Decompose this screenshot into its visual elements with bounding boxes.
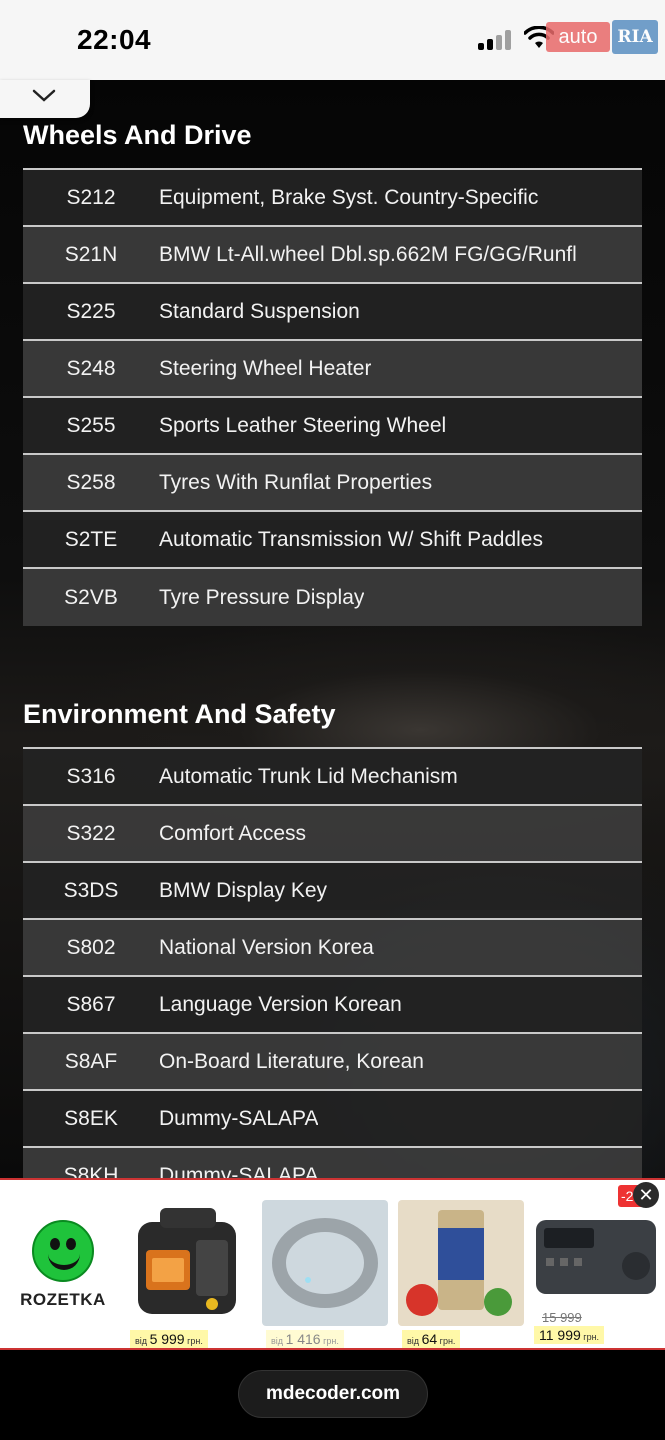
collapse-toolbar-button[interactable] (0, 80, 90, 118)
option-code: S212 (66, 185, 116, 209)
option-description: Automatic Transmission W/ Shift Paddles (159, 527, 543, 551)
option-description: Comfort Access (159, 821, 307, 845)
table-row: S322 Comfort Access (23, 806, 642, 863)
option-code: S225 (66, 299, 116, 323)
section-title-environment: Environment And Safety (23, 699, 336, 729)
ad-price: 11 999 грн. (534, 1326, 605, 1344)
auto-ria-badge-auto: auto (546, 22, 610, 52)
option-code: S867 (66, 992, 116, 1016)
table-row: S21N BMW Lt-All.wheel Dbl.sp.662M FG/GG/R… (23, 227, 642, 284)
table-row: S8KH Dummy-SALAPA (23, 1148, 642, 1180)
option-description: BMW Display Key (159, 878, 328, 902)
option-code: S255 (66, 413, 116, 437)
option-code: S248 (66, 356, 116, 380)
ad-old-price: 15 999 (542, 1310, 582, 1325)
smiley-icon (32, 1220, 94, 1282)
ad-product-powerstation[interactable]: 15 999 11 999 грн. (532, 1196, 662, 1344)
option-description: Steering Wheel Heater (159, 356, 372, 380)
options-table-environment: S316 Automatic Trunk Lid Mechanism S322 Co… (23, 747, 642, 1180)
option-description: Sports Leather Steering Wheel (159, 413, 447, 437)
option-code: S2VB (64, 585, 118, 609)
option-description: Equipment, Brake Syst. Country-Specific (159, 185, 539, 209)
ring-image (262, 1200, 388, 1326)
status-bar: 22:04 auto RIA (0, 0, 665, 80)
option-description: Automatic Trunk Lid Mechanism (159, 764, 458, 788)
table-row: S225 Standard Suspension (23, 284, 642, 341)
ad-product-jar[interactable]: від 64 грн. (398, 1196, 526, 1348)
option-description: BMW Lt-All.wheel Dbl.sp.662M FG/GG/Runfl (159, 242, 577, 266)
browser-bottom-bar: mdecoder.com (0, 1350, 665, 1440)
table-row: S316 Automatic Trunk Lid Mechanism (23, 749, 642, 806)
option-code: S21N (64, 242, 118, 266)
table-row: S8AF On-Board Literature, Korean (23, 1034, 642, 1091)
table-row: S2VB Tyre Pressure Display (23, 569, 642, 626)
auto-ria-badge-ria: RIA (612, 20, 658, 54)
decoder-content: Wheels And Drive S212 Equipment, Brake Sy… (0, 80, 665, 1180)
option-code: S8EK (64, 1106, 118, 1130)
option-code: S258 (66, 470, 116, 494)
power-station-image (536, 1220, 656, 1294)
url-bar[interactable]: mdecoder.com (238, 1370, 428, 1418)
option-code: S316 (66, 764, 116, 788)
ad-product-generator[interactable]: від 5 999 грн. (126, 1196, 254, 1348)
ad-banner[interactable]: ROZETKA від 5 999 грн. від 1 416 грн. ві… (0, 1178, 665, 1350)
option-code: S802 (66, 935, 116, 959)
generator-image (138, 1208, 236, 1314)
option-description: Language Version Korean (159, 992, 402, 1016)
jar-image (398, 1200, 524, 1326)
option-code: S322 (66, 821, 116, 845)
chevron-down-icon (32, 89, 56, 102)
table-row: S212 Equipment, Brake Syst. Country-Speci… (23, 170, 642, 227)
ad-price: від 64 грн. (402, 1330, 461, 1348)
section-title-wheels: Wheels And Drive (23, 120, 252, 150)
table-row: S8EK Dummy-SALAPA (23, 1091, 642, 1148)
signal-icon (478, 30, 514, 50)
ad-brand: ROZETKA (20, 1290, 106, 1309)
option-code: S2TE (64, 527, 118, 551)
option-code: S8AF (64, 1049, 118, 1073)
option-description: Tyres With Runflat Properties (159, 470, 433, 494)
table-row: S3DS BMW Display Key (23, 863, 642, 920)
table-row: S255 Sports Leather Steering Wheel (23, 398, 642, 455)
status-time: 22:04 (77, 24, 152, 55)
option-description: National Version Korea (159, 935, 374, 959)
option-description: Standard Suspension (159, 299, 360, 323)
close-icon[interactable]: ✕ (633, 1182, 659, 1208)
ad-price: від 5 999 грн. (130, 1330, 208, 1348)
option-description: Dummy-SALAPA (159, 1106, 319, 1130)
table-row: S802 National Version Korea (23, 920, 642, 977)
table-row: S2TE Automatic Transmission W/ Shift Padd… (23, 512, 642, 569)
option-description: On-Board Literature, Korean (159, 1049, 424, 1073)
rozetka-logo[interactable]: ROZETKA (8, 1220, 118, 1310)
ad-product-ring[interactable]: від 1 416 грн. (262, 1196, 390, 1348)
table-row: S248 Steering Wheel Heater (23, 341, 642, 398)
table-row: S258 Tyres With Runflat Properties (23, 455, 642, 512)
options-table-wheels: S212 Equipment, Brake Syst. Country-Speci… (23, 168, 642, 626)
option-code: S3DS (63, 878, 119, 902)
table-row: S867 Language Version Korean (23, 977, 642, 1034)
ad-price: від 1 416 грн. (266, 1330, 344, 1348)
option-description: Tyre Pressure Display (159, 585, 365, 609)
